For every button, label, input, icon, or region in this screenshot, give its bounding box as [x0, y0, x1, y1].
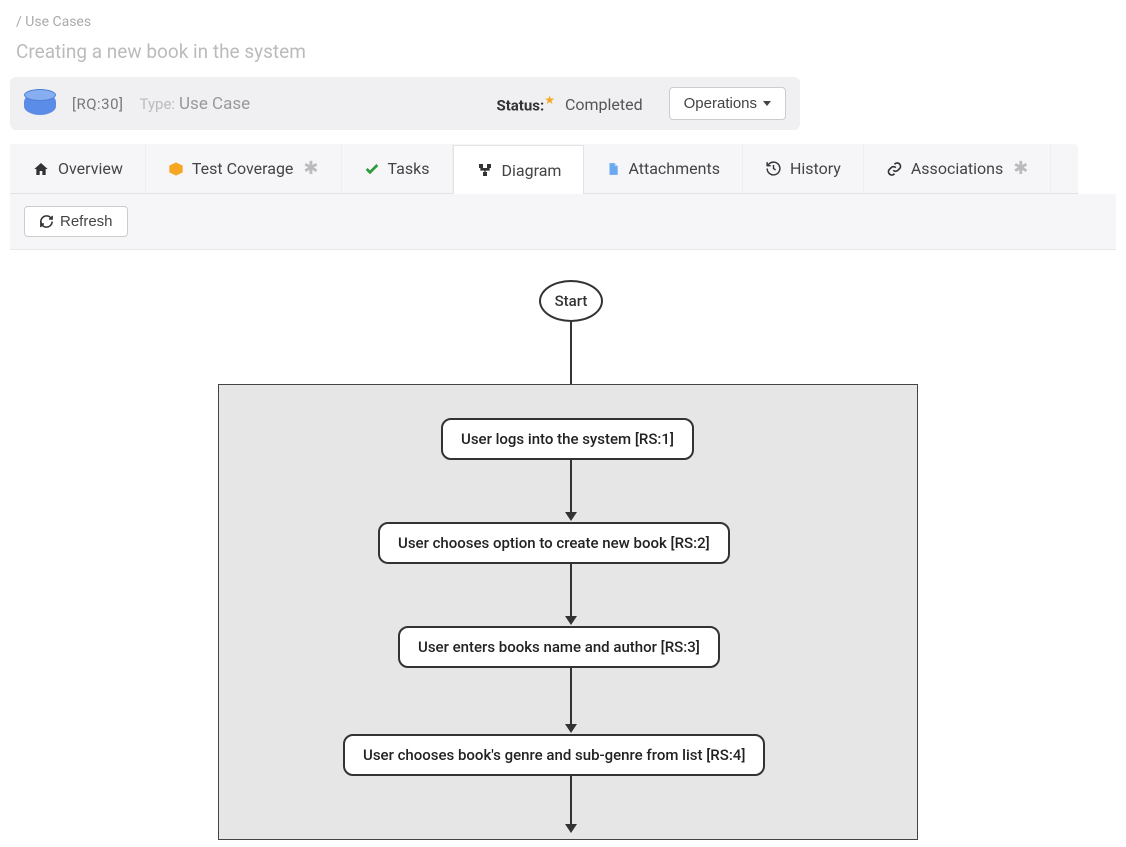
refresh-button[interactable]: Refresh: [24, 206, 128, 237]
file-icon: [606, 161, 620, 177]
operations-dropdown-button[interactable]: Operations: [669, 87, 786, 120]
status-value: Completed: [565, 95, 643, 114]
tab-label: Diagram: [502, 161, 562, 180]
flow-step-3[interactable]: User enters books name and author [RS:3]: [398, 626, 720, 668]
flow-step-label: User chooses book's genre and sub-genre …: [363, 746, 745, 764]
tab-label: Overview: [58, 159, 123, 178]
history-icon: [765, 160, 782, 177]
flow-connector: [570, 774, 572, 826]
arrow-down-icon: [565, 824, 577, 833]
chevron-down-icon: [763, 101, 771, 106]
box-icon: [168, 161, 184, 177]
tab-label: Attachments: [628, 159, 720, 178]
tab-test-coverage[interactable]: Test Coverage ✱: [146, 144, 342, 193]
home-icon: [32, 161, 50, 177]
check-icon: [364, 161, 380, 177]
link-icon: [886, 161, 903, 177]
info-bar: [RQ:30] Type: Use Case Status:★ Complete…: [10, 77, 800, 130]
flow-step-label: User chooses option to create new book […: [398, 534, 710, 552]
refresh-label: Refresh: [60, 213, 113, 230]
breadcrumb: / Use Cases: [0, 0, 1126, 36]
operations-label: Operations: [684, 95, 757, 112]
arrow-down-icon: [565, 724, 577, 733]
flow-step-4[interactable]: User chooses book's genre and sub-genre …: [343, 734, 765, 776]
type-label: Type:: [140, 95, 176, 113]
arrow-down-icon: [565, 616, 577, 625]
breadcrumb-sep: /: [16, 14, 22, 30]
tab-attachments[interactable]: Attachments: [584, 144, 743, 193]
tab-tasks[interactable]: Tasks: [342, 144, 453, 193]
flow-connector: [570, 666, 572, 726]
flow-connector: [570, 458, 572, 514]
type-value: Use Case: [179, 94, 250, 114]
flow-step-label: User logs into the system [RS:1]: [461, 430, 674, 448]
database-icon: [24, 93, 56, 115]
status-label: Status:: [496, 96, 544, 114]
diagram-icon: [476, 162, 494, 178]
requirement-id: [RQ:30]: [72, 95, 124, 113]
flow-start-node[interactable]: Start: [539, 280, 603, 322]
breadcrumb-link-use-cases[interactable]: Use Cases: [25, 14, 91, 30]
asterisk-icon: ✱: [303, 158, 318, 179]
tab-label: Test Coverage: [192, 159, 294, 178]
tab-overview[interactable]: Overview: [10, 144, 146, 193]
flow-step-label: User enters books name and author [RS:3]: [418, 638, 700, 656]
tabs: Overview Test Coverage ✱ Tasks Diagram A…: [10, 144, 1078, 194]
flow-connector: [570, 562, 572, 618]
diagram-canvas: Start User logs into the system [RS:1] U…: [0, 250, 1126, 840]
arrow-down-icon: [565, 512, 577, 521]
tab-label: History: [790, 159, 841, 178]
page-title: Creating a new book in the system: [0, 36, 1126, 77]
required-star-icon: ★: [544, 93, 555, 107]
flow-start-label: Start: [555, 292, 588, 310]
asterisk-icon: ✱: [1013, 158, 1028, 179]
tab-diagram[interactable]: Diagram: [453, 145, 585, 194]
diagram-toolbar: Refresh: [10, 194, 1116, 250]
flow-step-1[interactable]: User logs into the system [RS:1]: [441, 418, 694, 460]
tab-label: Associations: [911, 159, 1003, 178]
tab-associations[interactable]: Associations ✱: [864, 144, 1051, 193]
flow-step-2[interactable]: User chooses option to create new book […: [378, 522, 730, 564]
tab-history[interactable]: History: [743, 144, 864, 193]
tab-label: Tasks: [388, 159, 430, 178]
refresh-icon: [39, 214, 54, 229]
